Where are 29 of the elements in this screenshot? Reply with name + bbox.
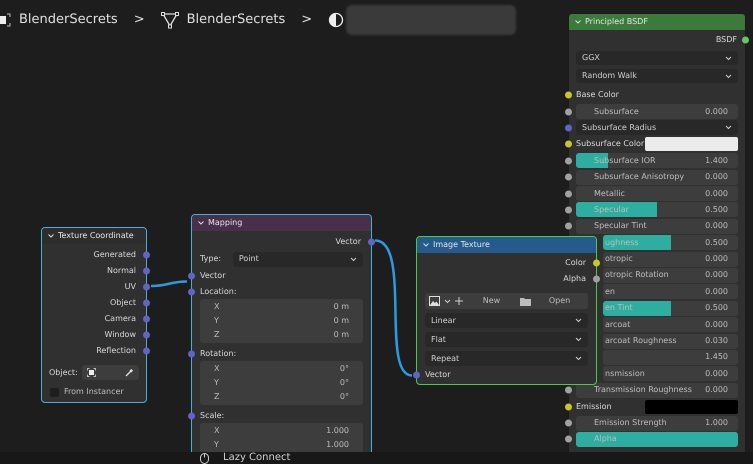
output-label: Alpha bbox=[563, 273, 586, 285]
node-title: Principled BSDF bbox=[585, 16, 648, 28]
breadcrumb-separator: > bbox=[301, 11, 312, 30]
output-label: Color bbox=[565, 257, 586, 269]
field-label: Type: bbox=[200, 253, 222, 265]
output-label: Normal bbox=[107, 265, 136, 277]
input-label: Base Color bbox=[575, 89, 619, 102]
input-label: Subsurface Color bbox=[576, 138, 644, 150]
checkbox-label: From Instancer bbox=[64, 386, 124, 398]
input-label: Scale: bbox=[200, 410, 224, 422]
field-label: Object: bbox=[49, 366, 78, 378]
input-label: Emission bbox=[576, 400, 612, 413]
input-label: Location: bbox=[200, 286, 237, 298]
output-label: UV bbox=[124, 281, 136, 293]
output-label: Camera bbox=[104, 313, 136, 325]
status-text: Lazy Connect bbox=[223, 453, 290, 463]
input-label: Vector bbox=[425, 369, 450, 381]
node-title: Mapping bbox=[208, 217, 242, 229]
breadcrumb-separator: > bbox=[134, 11, 145, 30]
output-label: Reflection bbox=[96, 345, 136, 357]
input-label: Vector bbox=[200, 270, 226, 282]
input-label: Rotation: bbox=[200, 348, 236, 360]
node-title: Image Texture bbox=[433, 239, 490, 251]
output-label: Window bbox=[104, 329, 136, 341]
output-label: Vector bbox=[336, 236, 361, 248]
output-label: Object bbox=[110, 297, 136, 309]
node-title: Texture Coordinate bbox=[58, 230, 134, 242]
output-label: BSDF bbox=[716, 34, 737, 46]
output-label: Generated bbox=[94, 249, 136, 261]
